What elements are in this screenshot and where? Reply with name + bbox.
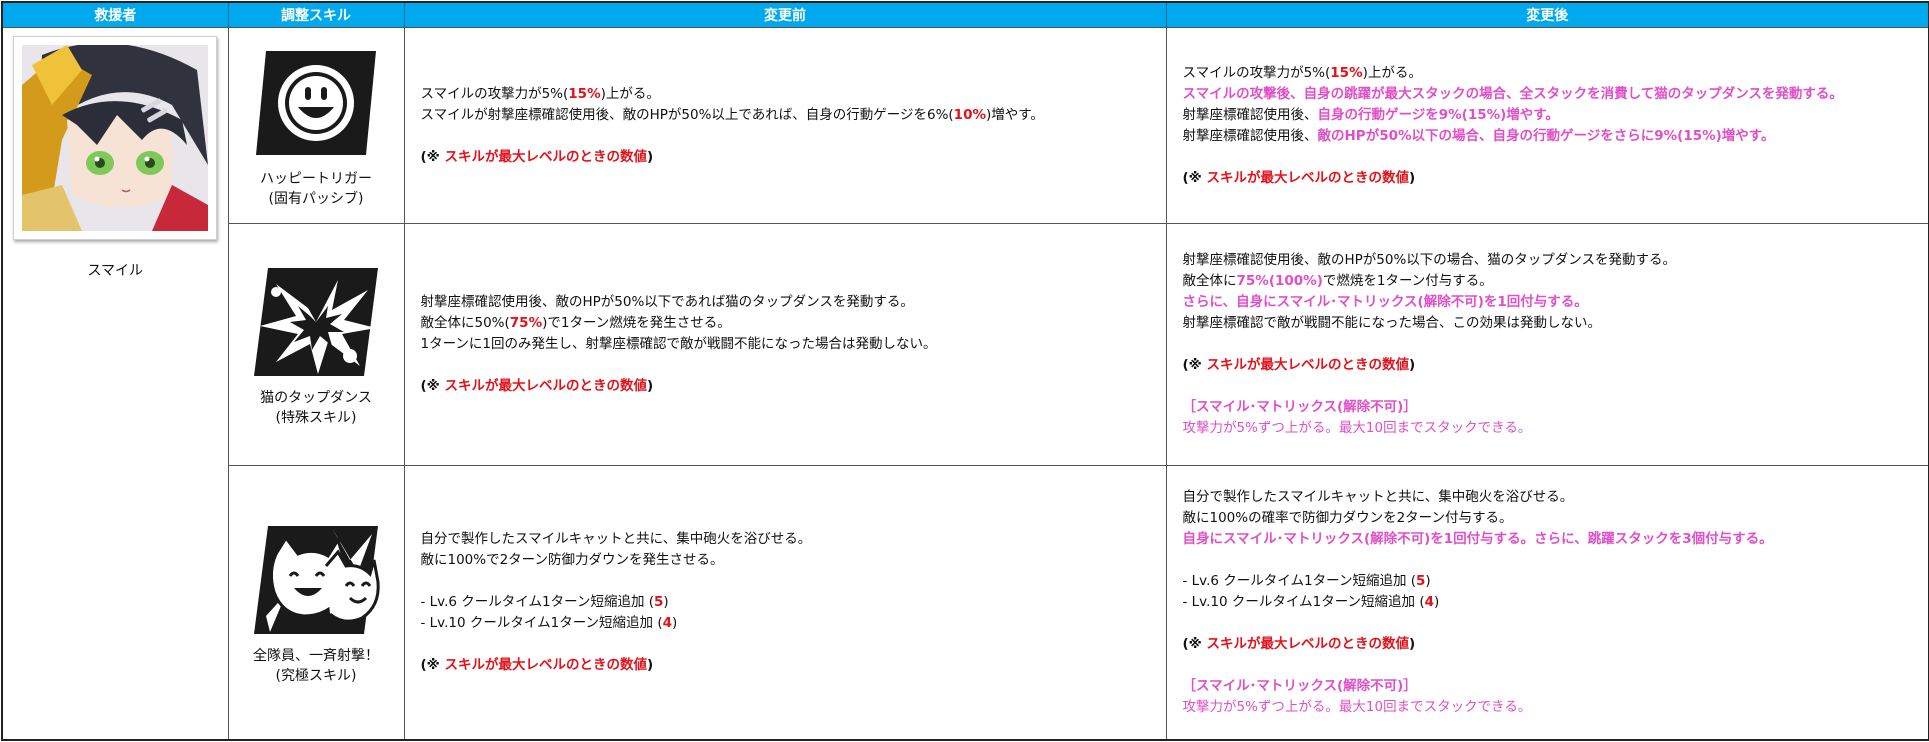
- max-level-note: (※ スキルが最大レベルのときの数値): [1182, 636, 1416, 653]
- header-before: 変更前: [403, 2, 1167, 28]
- burst-icon: [254, 267, 378, 376]
- before-cell-2: 射撃座標確認使用後、敵のHPが50%以下であれば猫のタップダンスを発動する。 敵…: [403, 223, 1167, 467]
- before-3-line-2: 敵に100%で2ターン防御力ダウンを発生させる。: [420, 552, 724, 569]
- rescuer-name: スマイル: [87, 263, 144, 279]
- skill-row-1: スマイル ハッピートリガー (固有パッシブ) スマイルの攻撃力が5%(15%)上…: [1, 26, 1929, 741]
- skill-cell-3: 全隊員、一斉射撃！ (究極スキル): [227, 465, 405, 741]
- after-3-line-1: 自分で製作したスマイルキャットと共に、集中砲火を浴びせる。: [1182, 489, 1574, 506]
- after-2-line-3: さらに、自身にスマイル･マトリックス(解除不可)を1回付与する。: [1182, 294, 1588, 311]
- before-cell-3: 自分で製作したスマイルキャットと共に、集中砲火を浴びせる。 敵に100%で2ター…: [403, 465, 1167, 741]
- header-skill: 調整スキル: [227, 2, 405, 28]
- after-1-line-1: スマイルの攻撃力が5%(15%)上がる。: [1182, 64, 1422, 81]
- matrix-desc: 攻撃力が5%ずつ上がる。最大10回までスタックできる。: [1182, 420, 1532, 437]
- header-after: 変更後: [1165, 2, 1929, 28]
- matrix-desc: 攻撃力が5%ずつ上がる。最大10回までスタックできる。: [1182, 699, 1532, 716]
- after-2-line-4: 射撃座標確認で敵が戦闘不能になった場合、この効果は発動しない。: [1182, 315, 1602, 332]
- before-2-line-2: 敵全体に50%(75%)で1ターン燃焼を発生させる。: [420, 315, 731, 332]
- cats-icon: [254, 525, 380, 634]
- skill-name-3: 全隊員、一斉射撃！: [253, 647, 379, 664]
- skill-row-3: 全隊員、一斉射撃！ (究極スキル) 自分で製作したスマイルキャットと共に、集中砲…: [2, 465, 1929, 741]
- max-level-note: (※ スキルが最大レベルのときの数値): [420, 148, 654, 165]
- rescuer-cell: スマイル: [1, 27, 229, 741]
- after-cell-3: 自分で製作したスマイルキャットと共に、集中砲火を浴びせる。 敵に100%の確率で…: [1165, 465, 1929, 741]
- before-1-line-2: スマイルが射撃座標確認使用後、敵のHPが50%以上であれば、自身の行動ゲージを6…: [420, 106, 1044, 123]
- after-1-line-4: 射撃座標確認使用後、敵のHPが50%以下の場合、自身の行動ゲージをさらに9%(1…: [1182, 127, 1775, 144]
- smiley-icon: [256, 50, 376, 155]
- after-1-line-3: 射撃座標確認使用後、自身の行動ゲージを9%(15%)増やす。: [1182, 106, 1559, 123]
- after-1-line-2: スマイルの攻撃後、自身の跳躍が最大スタックの場合、全スタックを消費して猫のタップ…: [1182, 85, 1843, 102]
- before-2-line-1: 射撃座標確認使用後、敵のHPが50%以下であれば猫のタップダンスを発動する。: [420, 294, 914, 311]
- before-3-line-1: 自分で製作したスマイルキャットと共に、集中砲火を浴びせる。: [420, 531, 812, 548]
- after-2-line-1: 射撃座標確認使用後、敵のHPが50%以下の場合、猫のタップダンスを発動する。: [1182, 252, 1677, 269]
- before-cell-1: スマイルの攻撃力が5%(15%)上がる。 スマイルが射撃座標確認使用後、敵のHP…: [403, 26, 1167, 225]
- skill-cell-2: 猫のタップダンス (特殊スキル): [227, 223, 405, 467]
- skill-type-2: (特殊スキル): [275, 409, 357, 426]
- header-row: 救援者 調整スキル 変更前 変更後: [1, 2, 1929, 28]
- max-level-note: (※ スキルが最大レベルのときの数値): [420, 378, 654, 395]
- after-3-line-2: 敵に100%の確率で防御力ダウンを2ターン付与する。: [1182, 510, 1513, 527]
- matrix-title: ［スマイル･マトリックス(解除不可)］: [1182, 399, 1417, 416]
- skill-type-1: (固有パッシブ): [268, 190, 364, 207]
- after-cell-2: 射撃座標確認使用後、敵のHPが50%以下の場合、猫のタップダンスを発動する。 敵…: [1165, 223, 1929, 467]
- skill-name-1: ハッピートリガー: [260, 170, 372, 187]
- before-3-line-5: - Lv.10 クールタイム1ターン短縮追加 (4): [420, 615, 678, 632]
- max-level-note: (※ スキルが最大レベルのときの数値): [1182, 169, 1416, 186]
- before-3-line-4: - Lv.6 クールタイム1ターン短縮追加 (5): [420, 594, 669, 611]
- max-level-note: (※ スキルが最大レベルのときの数値): [1182, 357, 1416, 374]
- header-rescuer: 救援者: [1, 2, 229, 28]
- skill-name-2: 猫のタップダンス: [260, 389, 372, 406]
- after-3-line-3: 自身にスマイル･マトリックス(解除不可)を1回付与する。さらに、跳躍スタックを3…: [1182, 531, 1773, 548]
- before-2-line-3: 1ターンに1回のみ発生し、射撃座標確認で敵が戦闘不能になった場合は発動しない。: [420, 336, 937, 353]
- max-level-note: (※ スキルが最大レベルのときの数値): [420, 657, 654, 674]
- after-3-line-6: - Lv.10 クールタイム1ターン短縮追加 (4): [1182, 594, 1440, 611]
- skill-cell-1: ハッピートリガー (固有パッシブ): [227, 26, 405, 225]
- skill-type-3: (究極スキル): [275, 667, 357, 684]
- skill-row-2: 猫のタップダンス (特殊スキル) 射撃座標確認使用後、敵のHPが50%以下であれ…: [2, 223, 1929, 467]
- after-3-line-5: - Lv.6 クールタイム1ターン短縮追加 (5): [1182, 573, 1431, 590]
- before-1-line-1: スマイルの攻撃力が5%(15%)上がる。: [420, 85, 660, 102]
- after-2-line-2: 敵全体に75%(100%)で燃焼を1ターン付与する。: [1182, 273, 1493, 290]
- skill-change-table: 救援者 調整スキル 変更前 変更後 スマイル ハッピートリガー (固有パッシブ)…: [1, 1, 1929, 741]
- after-cell-1: スマイルの攻撃力が5%(15%)上がる。 スマイルの攻撃後、自身の跳躍が最大スタ…: [1165, 26, 1929, 225]
- portrait-frame: [13, 36, 218, 240]
- matrix-title: ［スマイル･マトリックス(解除不可)］: [1182, 678, 1417, 695]
- character-portrait: [22, 45, 209, 231]
